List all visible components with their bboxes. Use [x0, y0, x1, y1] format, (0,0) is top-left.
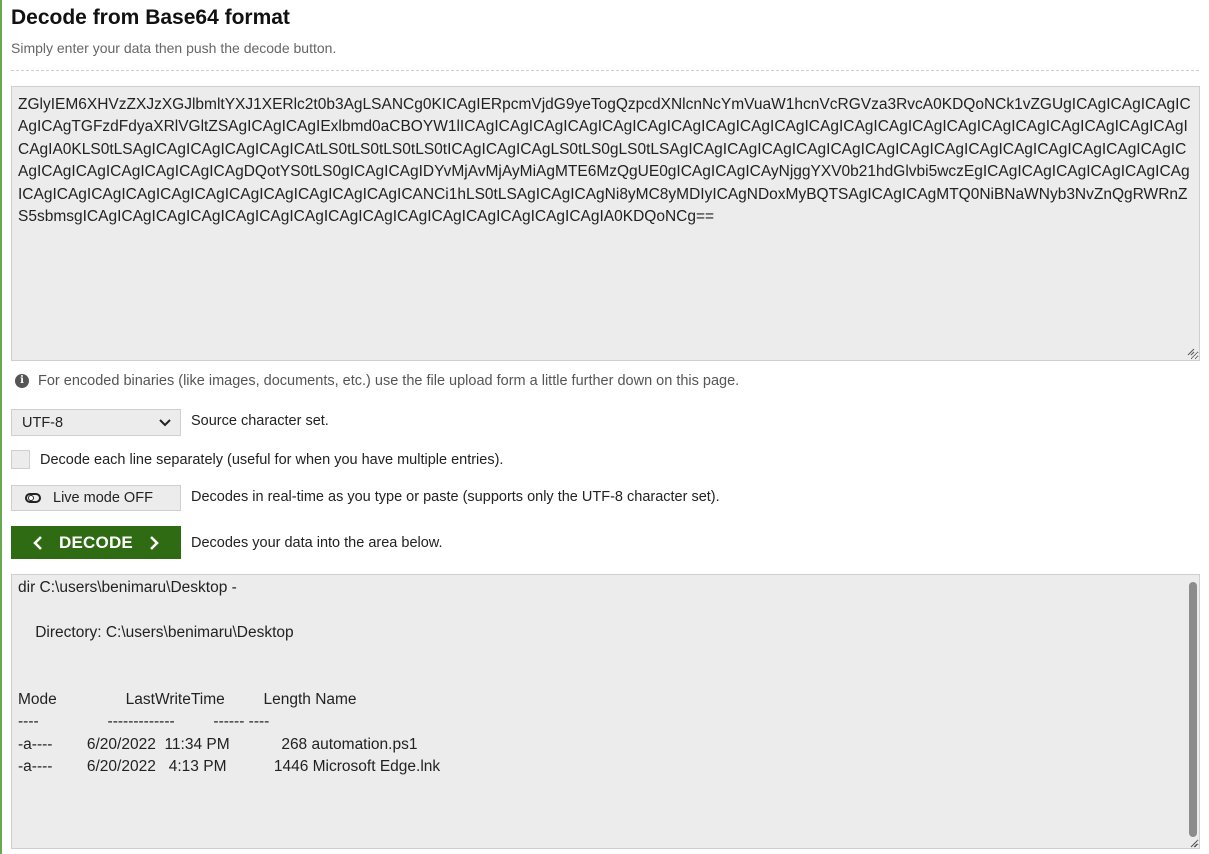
divider — [11, 70, 1199, 71]
output-scrollbar[interactable] — [1189, 582, 1197, 837]
info-icon: i — [15, 374, 29, 388]
decode-button[interactable]: DECODE — [11, 526, 181, 559]
chevron-right-icon — [150, 535, 159, 550]
decode-per-line-checkbox[interactable] — [11, 450, 30, 469]
decoded-output[interactable] — [11, 574, 1200, 849]
left-accent-bar — [0, 0, 2, 854]
page-title: Decode from Base64 format — [11, 6, 290, 29]
base64-input[interactable] — [11, 86, 1200, 361]
output-resize-grip-icon[interactable] — [1190, 840, 1198, 848]
binary-upload-hint: i For encoded binaries (like images, doc… — [15, 373, 739, 389]
live-mode-button[interactable]: Live mode OFF — [11, 485, 181, 511]
charset-selected-value: UTF-8 — [22, 414, 64, 431]
decode-button-label: DECODE — [59, 532, 133, 552]
charset-select[interactable]: UTF-8 — [11, 409, 181, 436]
live-mode-button-label: Live mode OFF — [53, 490, 153, 506]
live-mode-description: Decodes in real-time as you type or past… — [191, 489, 720, 505]
decode-description: Decodes your data into the area below. — [191, 535, 443, 551]
decode-per-line-label[interactable]: Decode each line separately (useful for … — [40, 452, 503, 468]
page-subtitle: Simply enter your data then push the dec… — [11, 40, 337, 56]
input-resize-grip-icon[interactable] — [1187, 348, 1195, 356]
chevron-down-icon — [150, 418, 180, 427]
chevron-left-icon — [33, 535, 42, 550]
charset-label: Source character set. — [191, 413, 329, 429]
toggle-off-icon — [25, 493, 41, 503]
binary-upload-hint-text: For encoded binaries (like images, docum… — [38, 373, 740, 389]
